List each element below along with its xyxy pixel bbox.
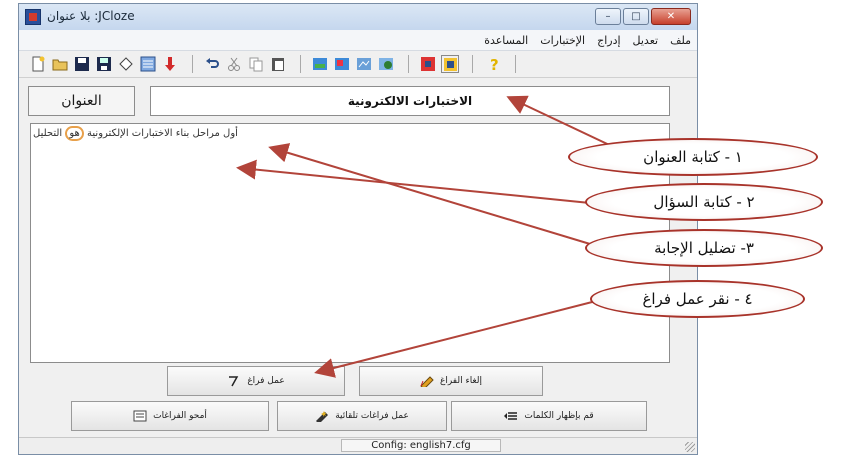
web-export-2-icon[interactable] <box>333 55 351 73</box>
web-export-icon[interactable] <box>311 55 329 73</box>
remove-gap-label: إلغاء الفراغ <box>439 376 483 386</box>
save-icon[interactable] <box>73 55 91 73</box>
config-status: Config: english7.cfg <box>341 439 501 452</box>
open-folder-icon[interactable] <box>51 55 69 73</box>
title-label-button[interactable]: العنوان <box>28 86 135 116</box>
callout-4: ٤ - نقر عمل فراغ <box>590 280 805 318</box>
auto-gaps-button[interactable]: عمل فراغات تلقائية <box>277 401 447 431</box>
erase-icon[interactable] <box>117 55 135 73</box>
menu-bar: ملف تعديل إدراج الإختبارات المساعدة <box>19 30 697 51</box>
resize-grip[interactable] <box>685 442 695 452</box>
new-file-icon[interactable] <box>29 55 47 73</box>
config-icon[interactable] <box>419 55 437 73</box>
help-icon[interactable]: ? <box>485 55 503 73</box>
question-text: أول مراحل بناء الاختبارات الإلكترونية هو… <box>33 126 238 141</box>
clear-gaps-icon <box>133 410 147 422</box>
minimize-button[interactable]: – <box>595 8 621 25</box>
word-list-icon <box>504 410 518 422</box>
menu-file[interactable]: ملف <box>670 34 691 47</box>
show-words-label: قم بإظهار الكلمات <box>524 411 594 421</box>
save-as-icon[interactable] <box>95 55 113 73</box>
callout-3: ٣- تضليل الإجابة <box>585 229 823 267</box>
undo-icon[interactable] <box>203 55 221 73</box>
question-text-before: التحليل <box>33 128 63 139</box>
remove-gap-button[interactable]: إلغاء الفراغ <box>359 366 543 396</box>
web-export-4-icon[interactable] <box>377 55 395 73</box>
gap-word[interactable]: هو <box>65 126 84 141</box>
jcloze-window: بلا عنوان :JCloze – □ ✕ ملف تعديل إدراج … <box>18 3 698 455</box>
toolbar: ? <box>19 51 697 78</box>
maximize-button[interactable]: □ <box>623 8 649 25</box>
pencil-erase-icon <box>420 375 434 390</box>
menu-help[interactable]: المساعدة <box>484 34 528 47</box>
title-input[interactable]: الاختبارات الالكترونية <box>150 86 670 116</box>
title-bar[interactable]: بلا عنوان :JCloze – □ ✕ <box>19 4 697 31</box>
make-gap-label: عمل فراغ <box>247 376 285 386</box>
menu-edit[interactable]: تعديل <box>633 34 659 47</box>
auto-gaps-icon <box>315 410 329 424</box>
callout-1: ١ - كتابة العنوان <box>568 138 818 176</box>
paste-icon[interactable] <box>269 55 287 73</box>
auto-gaps-label: عمل فراغات تلقائية <box>335 411 409 421</box>
close-button[interactable]: ✕ <box>651 8 691 25</box>
web-page-icon[interactable] <box>139 55 157 73</box>
svg-text:?: ? <box>490 56 499 73</box>
question-text-after: أول مراحل بناء الاختبارات الإلكترونية <box>87 128 238 139</box>
show-words-button[interactable]: قم بإظهار الكلمات <box>451 401 647 431</box>
web-export-3-icon[interactable] <box>355 55 373 73</box>
options-icon[interactable] <box>441 55 459 73</box>
down-arrow-icon[interactable] <box>161 55 179 73</box>
copy-icon[interactable] <box>247 55 265 73</box>
gap-icon <box>227 375 241 387</box>
clear-gaps-label: أمحو الفراغات <box>153 411 207 421</box>
callout-2: ٢ - كتابة السؤال <box>585 183 823 221</box>
cut-icon[interactable] <box>225 55 243 73</box>
menu-insert[interactable]: إدراج <box>597 34 620 47</box>
clear-gaps-button[interactable]: أمحو الفراغات <box>71 401 269 431</box>
make-gap-button[interactable]: عمل فراغ <box>167 366 345 396</box>
window-title: بلا عنوان :JCloze <box>47 9 135 23</box>
menu-tests[interactable]: الإختبارات <box>540 34 585 47</box>
status-bar: Config: english7.cfg <box>19 437 697 454</box>
app-icon <box>25 9 41 25</box>
